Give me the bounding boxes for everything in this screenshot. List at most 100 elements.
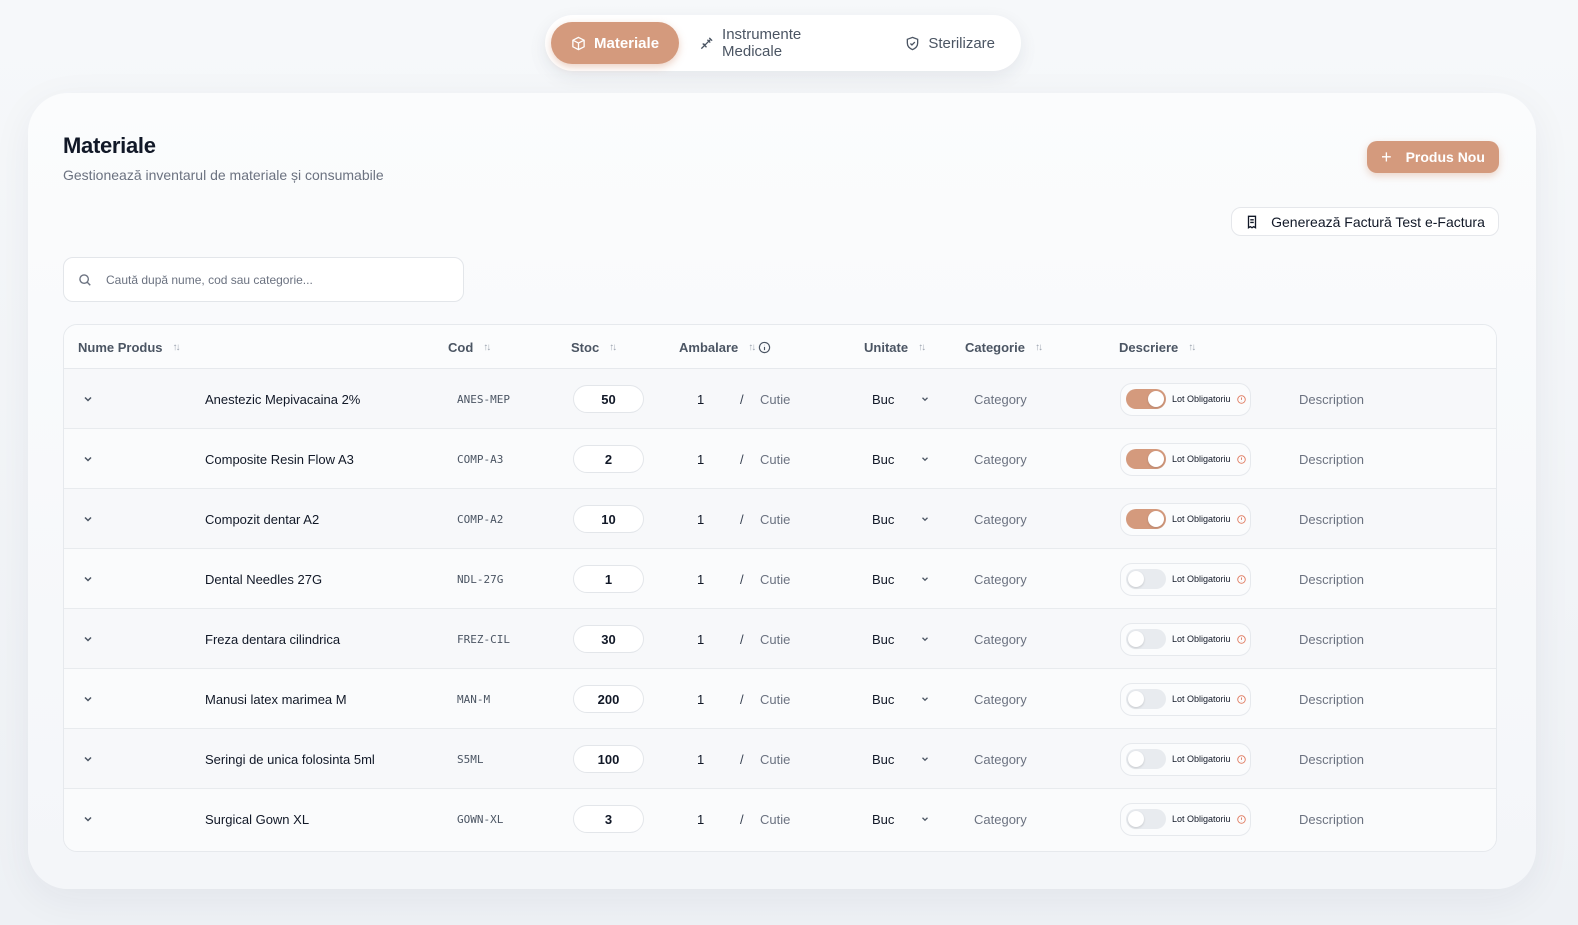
- search-icon: [79, 273, 91, 286]
- expand-row-button[interactable]: [82, 549, 96, 609]
- lot-required-toggle[interactable]: [1126, 749, 1166, 769]
- table-header: Nume Produs ↑↓ Cod ↑↓ Stoc ↑↓ Ambalare ↑…: [64, 325, 1496, 369]
- description-field[interactable]: Description: [1299, 489, 1364, 549]
- unit-select[interactable]: Buc: [872, 489, 930, 549]
- warning-icon: [1236, 574, 1246, 584]
- lot-required-toggle[interactable]: [1126, 689, 1166, 709]
- package-unit[interactable]: Cutie: [760, 429, 790, 489]
- stock-input[interactable]: 10: [573, 505, 644, 533]
- package-quantity[interactable]: 1: [697, 369, 704, 429]
- package-quantity[interactable]: 1: [697, 609, 704, 669]
- stock-input[interactable]: 30: [573, 625, 644, 653]
- stock-input[interactable]: 50: [573, 385, 644, 413]
- package-unit[interactable]: Cutie: [760, 669, 790, 729]
- stock-input[interactable]: 2: [573, 445, 644, 473]
- column-header-description[interactable]: Descriere ↑↓: [1119, 325, 1196, 369]
- expand-row-button[interactable]: [82, 729, 96, 789]
- products-table: Nume Produs ↑↓ Cod ↑↓ Stoc ↑↓ Ambalare ↑…: [63, 324, 1497, 852]
- description-field[interactable]: Description: [1299, 729, 1364, 789]
- package-quantity[interactable]: 1: [697, 549, 704, 609]
- search-box: [63, 257, 464, 302]
- column-header-packaging[interactable]: Ambalare ↑↓: [679, 325, 771, 369]
- unit-select[interactable]: Buc: [872, 609, 930, 669]
- unit-select[interactable]: Buc: [872, 669, 930, 729]
- sort-icon: ↑↓: [609, 341, 617, 353]
- description-field[interactable]: Description: [1299, 369, 1364, 429]
- category-field[interactable]: Category: [974, 549, 1027, 609]
- column-header-unit[interactable]: Unitate ↑↓: [864, 325, 926, 369]
- stock-input[interactable]: 3: [573, 805, 644, 833]
- generate-invoice-button[interactable]: Generează Factură Test e-Factura: [1231, 207, 1499, 236]
- info-icon[interactable]: [758, 341, 771, 354]
- column-header-stock[interactable]: Stoc ↑↓: [571, 325, 617, 369]
- column-header-name[interactable]: Nume Produs ↑↓: [78, 325, 181, 369]
- package-separator: /: [740, 451, 744, 467]
- shield-icon: [907, 36, 919, 50]
- package-unit[interactable]: Cutie: [760, 489, 790, 549]
- description-field[interactable]: Description: [1299, 609, 1364, 669]
- expand-row-button[interactable]: [82, 489, 96, 549]
- lot-required-label: Lot Obligatoriu: [1172, 634, 1231, 644]
- lot-required-control: Lot Obligatoriu: [1120, 682, 1251, 716]
- description-field[interactable]: Description: [1299, 429, 1364, 489]
- tab-materiale[interactable]: Materiale: [551, 22, 680, 64]
- unit-select[interactable]: Buc: [872, 729, 930, 789]
- lot-required-toggle[interactable]: [1126, 629, 1166, 649]
- package-quantity[interactable]: 1: [697, 429, 704, 489]
- lot-required-control: Lot Obligatoriu: [1120, 442, 1251, 476]
- expand-row-button[interactable]: [82, 789, 96, 849]
- box-icon: [572, 36, 585, 50]
- unit-select[interactable]: Buc: [872, 429, 930, 489]
- module-tabs: Materiale Instrumente Medicale Steriliza…: [545, 15, 1021, 71]
- tab-sterilizare[interactable]: Sterilizare: [885, 22, 1015, 64]
- expand-row-button[interactable]: [82, 369, 96, 429]
- package-unit[interactable]: Cutie: [760, 549, 790, 609]
- stock-cell: 10: [573, 489, 644, 549]
- lot-required-toggle[interactable]: [1126, 569, 1166, 589]
- category-field[interactable]: Category: [974, 489, 1027, 549]
- category-field[interactable]: Category: [974, 669, 1027, 729]
- stock-input[interactable]: 1: [573, 565, 644, 593]
- lot-required-toggle[interactable]: [1126, 509, 1166, 529]
- category-field[interactable]: Category: [974, 789, 1027, 849]
- unit-select[interactable]: Buc: [872, 369, 930, 429]
- expand-row-button[interactable]: [82, 669, 96, 729]
- unit-select[interactable]: Buc: [872, 789, 930, 849]
- warning-icon: [1236, 514, 1246, 524]
- package-quantity[interactable]: 1: [697, 669, 704, 729]
- package-unit[interactable]: Cutie: [760, 729, 790, 789]
- table-row: Freza dentara cilindrica FREZ-CIL 30 1 /…: [64, 609, 1496, 669]
- category-field[interactable]: Category: [974, 609, 1027, 669]
- warning-icon: [1236, 694, 1246, 704]
- expand-row-button[interactable]: [82, 429, 96, 489]
- lot-required-toggle[interactable]: [1126, 449, 1166, 469]
- lot-required-toggle[interactable]: [1126, 389, 1166, 409]
- package-quantity[interactable]: 1: [697, 489, 704, 549]
- package-unit[interactable]: Cutie: [760, 609, 790, 669]
- table-row: Compozit dentar A2 COMP-A2 10 1 / Cutie …: [64, 489, 1496, 549]
- unit-value: Buc: [872, 451, 895, 467]
- category-field[interactable]: Category: [974, 729, 1027, 789]
- lot-required-toggle[interactable]: [1126, 809, 1166, 829]
- category-field[interactable]: Category: [974, 429, 1027, 489]
- description-field[interactable]: Description: [1299, 789, 1364, 849]
- stock-input[interactable]: 100: [573, 745, 644, 773]
- search-input[interactable]: [106, 272, 436, 287]
- description-field[interactable]: Description: [1299, 669, 1364, 729]
- new-product-button[interactable]: + Produs Nou: [1367, 141, 1499, 173]
- column-header-code[interactable]: Cod ↑↓: [448, 325, 491, 369]
- column-header-category[interactable]: Categorie ↑↓: [965, 325, 1043, 369]
- package-quantity[interactable]: 1: [697, 729, 704, 789]
- toggle-knob: [1128, 811, 1144, 827]
- page-title: Materiale: [63, 133, 156, 158]
- package-unit[interactable]: Cutie: [760, 789, 790, 849]
- category-field[interactable]: Category: [974, 369, 1027, 429]
- description-field[interactable]: Description: [1299, 549, 1364, 609]
- tab-instrumente-medicale[interactable]: Instrumente Medicale: [679, 22, 885, 64]
- package-unit[interactable]: Cutie: [760, 369, 790, 429]
- expand-row-button[interactable]: [82, 609, 96, 669]
- chevron-down-icon: [922, 457, 929, 462]
- package-quantity[interactable]: 1: [697, 789, 704, 849]
- unit-select[interactable]: Buc: [872, 549, 930, 609]
- stock-input[interactable]: 200: [573, 685, 644, 713]
